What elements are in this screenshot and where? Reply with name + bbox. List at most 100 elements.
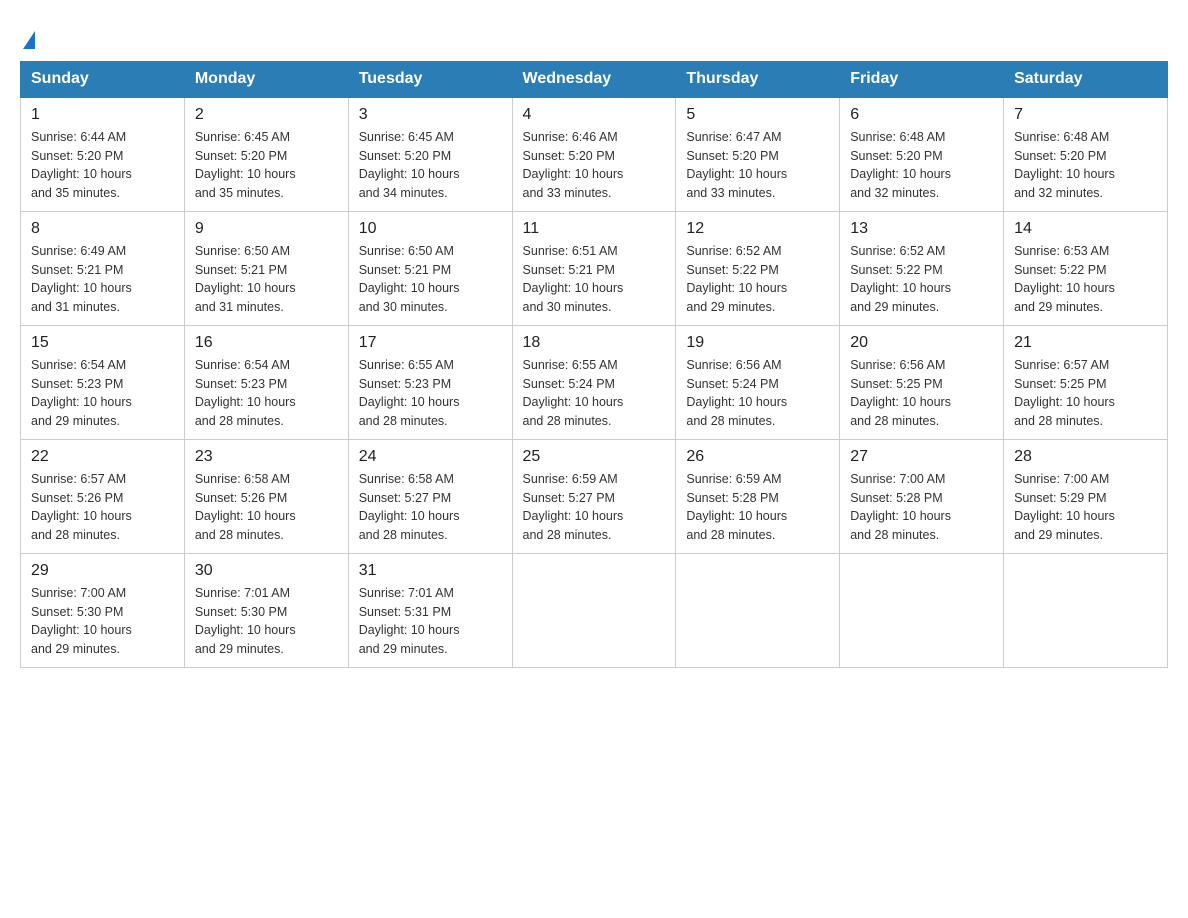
day-info: Sunrise: 6:48 AMSunset: 5:20 PMDaylight:… [1014,128,1157,203]
weekday-header-tuesday: Tuesday [348,61,512,97]
day-info: Sunrise: 6:47 AMSunset: 5:20 PMDaylight:… [686,128,829,203]
day-info: Sunrise: 6:57 AMSunset: 5:26 PMDaylight:… [31,470,174,545]
day-info: Sunrise: 6:45 AMSunset: 5:20 PMDaylight:… [195,128,338,203]
day-number: 22 [31,448,174,466]
day-number: 23 [195,448,338,466]
day-number: 31 [359,562,502,580]
day-info: Sunrise: 7:01 AMSunset: 5:30 PMDaylight:… [195,584,338,659]
calendar-week-row: 22 Sunrise: 6:57 AMSunset: 5:26 PMDayligh… [21,439,1168,553]
day-number: 2 [195,106,338,124]
calendar-week-row: 15 Sunrise: 6:54 AMSunset: 5:23 PMDayligh… [21,325,1168,439]
calendar-day-cell: 5 Sunrise: 6:47 AMSunset: 5:20 PMDaylight… [676,97,840,212]
day-info: Sunrise: 6:52 AMSunset: 5:22 PMDaylight:… [850,242,993,317]
day-info: Sunrise: 6:46 AMSunset: 5:20 PMDaylight:… [523,128,666,203]
day-number: 19 [686,334,829,352]
calendar-day-cell: 3 Sunrise: 6:45 AMSunset: 5:20 PMDaylight… [348,97,512,212]
weekday-header-wednesday: Wednesday [512,61,676,97]
day-info: Sunrise: 6:52 AMSunset: 5:22 PMDaylight:… [686,242,829,317]
day-info: Sunrise: 6:48 AMSunset: 5:20 PMDaylight:… [850,128,993,203]
calendar-day-cell: 24Sunrise: 6:58 AMSunset: 5:27 PMDayligh… [348,439,512,553]
calendar-day-cell: 16Sunrise: 6:54 AMSunset: 5:23 PMDayligh… [184,325,348,439]
day-number: 11 [523,220,666,238]
calendar-day-cell: 6 Sunrise: 6:48 AMSunset: 5:20 PMDaylight… [840,97,1004,212]
calendar-day-cell: 2 Sunrise: 6:45 AMSunset: 5:20 PMDaylight… [184,97,348,212]
logo [20,20,35,51]
day-number: 30 [195,562,338,580]
weekday-header-thursday: Thursday [676,61,840,97]
weekday-header-friday: Friday [840,61,1004,97]
calendar-week-row: 1 Sunrise: 6:44 AMSunset: 5:20 PMDaylight… [21,97,1168,212]
day-info: Sunrise: 6:55 AMSunset: 5:23 PMDaylight:… [359,356,502,431]
day-info: Sunrise: 6:58 AMSunset: 5:26 PMDaylight:… [195,470,338,545]
calendar-day-cell: 10 Sunrise: 6:50 AMSunset: 5:21 PMDayligh… [348,211,512,325]
day-number: 4 [523,106,666,124]
calendar-table: SundayMondayTuesdayWednesdayThursdayFrid… [20,61,1168,668]
day-number: 6 [850,106,993,124]
day-info: Sunrise: 7:01 AMSunset: 5:31 PMDaylight:… [359,584,502,659]
calendar-day-cell: 11 Sunrise: 6:51 AMSunset: 5:21 PMDayligh… [512,211,676,325]
calendar-day-cell [1004,553,1168,667]
day-info: Sunrise: 6:50 AMSunset: 5:21 PMDaylight:… [359,242,502,317]
day-number: 10 [359,220,502,238]
day-number: 9 [195,220,338,238]
day-info: Sunrise: 7:00 AMSunset: 5:28 PMDaylight:… [850,470,993,545]
calendar-day-cell: 15 Sunrise: 6:54 AMSunset: 5:23 PMDayligh… [21,325,185,439]
calendar-day-cell [676,553,840,667]
day-number: 24 [359,448,502,466]
day-info: Sunrise: 6:50 AMSunset: 5:21 PMDaylight:… [195,242,338,317]
calendar-day-cell: 14Sunrise: 6:53 AMSunset: 5:22 PMDayligh… [1004,211,1168,325]
day-number: 3 [359,106,502,124]
day-info: Sunrise: 6:56 AMSunset: 5:25 PMDaylight:… [850,356,993,431]
day-number: 20 [850,334,993,352]
day-number: 1 [31,106,174,124]
calendar-day-cell: 18Sunrise: 6:55 AMSunset: 5:24 PMDayligh… [512,325,676,439]
day-info: Sunrise: 6:59 AMSunset: 5:27 PMDaylight:… [523,470,666,545]
weekday-header-sunday: Sunday [21,61,185,97]
calendar-day-cell: 12 Sunrise: 6:52 AMSunset: 5:22 PMDayligh… [676,211,840,325]
calendar-day-cell: 9 Sunrise: 6:50 AMSunset: 5:21 PMDaylight… [184,211,348,325]
weekday-header-monday: Monday [184,61,348,97]
calendar-week-row: 29Sunrise: 7:00 AMSunset: 5:30 PMDayligh… [21,553,1168,667]
calendar-day-cell: 20 Sunrise: 6:56 AMSunset: 5:25 PMDayligh… [840,325,1004,439]
day-number: 26 [686,448,829,466]
weekday-header-saturday: Saturday [1004,61,1168,97]
day-info: Sunrise: 6:54 AMSunset: 5:23 PMDaylight:… [31,356,174,431]
day-number: 17 [359,334,502,352]
day-number: 12 [686,220,829,238]
calendar-day-cell: 25 Sunrise: 6:59 AMSunset: 5:27 PMDayligh… [512,439,676,553]
calendar-day-cell: 23 Sunrise: 6:58 AMSunset: 5:26 PMDayligh… [184,439,348,553]
day-number: 8 [31,220,174,238]
calendar-day-cell [840,553,1004,667]
day-info: Sunrise: 6:49 AMSunset: 5:21 PMDaylight:… [31,242,174,317]
calendar-day-cell: 22 Sunrise: 6:57 AMSunset: 5:26 PMDayligh… [21,439,185,553]
calendar-day-cell: 30 Sunrise: 7:01 AMSunset: 5:30 PMDayligh… [184,553,348,667]
calendar-day-cell: 7Sunrise: 6:48 AMSunset: 5:20 PMDaylight… [1004,97,1168,212]
calendar-day-cell: 27Sunrise: 7:00 AMSunset: 5:28 PMDayligh… [840,439,1004,553]
calendar-day-cell: 1 Sunrise: 6:44 AMSunset: 5:20 PMDaylight… [21,97,185,212]
day-info: Sunrise: 6:51 AMSunset: 5:21 PMDaylight:… [523,242,666,317]
day-number: 25 [523,448,666,466]
calendar-day-cell: 19 Sunrise: 6:56 AMSunset: 5:24 PMDayligh… [676,325,840,439]
calendar-day-cell: 4 Sunrise: 6:46 AMSunset: 5:20 PMDaylight… [512,97,676,212]
page-header [20,20,1168,51]
day-info: Sunrise: 7:00 AMSunset: 5:29 PMDaylight:… [1014,470,1157,545]
logo-triangle-icon [23,31,35,49]
day-number: 5 [686,106,829,124]
calendar-day-cell: 8 Sunrise: 6:49 AMSunset: 5:21 PMDaylight… [21,211,185,325]
day-number: 13 [850,220,993,238]
day-number: 21 [1014,334,1157,352]
calendar-day-cell: 28 Sunrise: 7:00 AMSunset: 5:29 PMDayligh… [1004,439,1168,553]
day-info: Sunrise: 6:44 AMSunset: 5:20 PMDaylight:… [31,128,174,203]
day-info: Sunrise: 6:59 AMSunset: 5:28 PMDaylight:… [686,470,829,545]
day-info: Sunrise: 6:55 AMSunset: 5:24 PMDaylight:… [523,356,666,431]
calendar-day-cell: 31 Sunrise: 7:01 AMSunset: 5:31 PMDayligh… [348,553,512,667]
day-number: 14 [1014,220,1157,238]
day-number: 28 [1014,448,1157,466]
calendar-day-cell [512,553,676,667]
calendar-day-cell: 26 Sunrise: 6:59 AMSunset: 5:28 PMDayligh… [676,439,840,553]
day-info: Sunrise: 6:54 AMSunset: 5:23 PMDaylight:… [195,356,338,431]
day-info: Sunrise: 6:45 AMSunset: 5:20 PMDaylight:… [359,128,502,203]
logo-general-line [20,20,35,51]
day-number: 15 [31,334,174,352]
day-info: Sunrise: 6:56 AMSunset: 5:24 PMDaylight:… [686,356,829,431]
